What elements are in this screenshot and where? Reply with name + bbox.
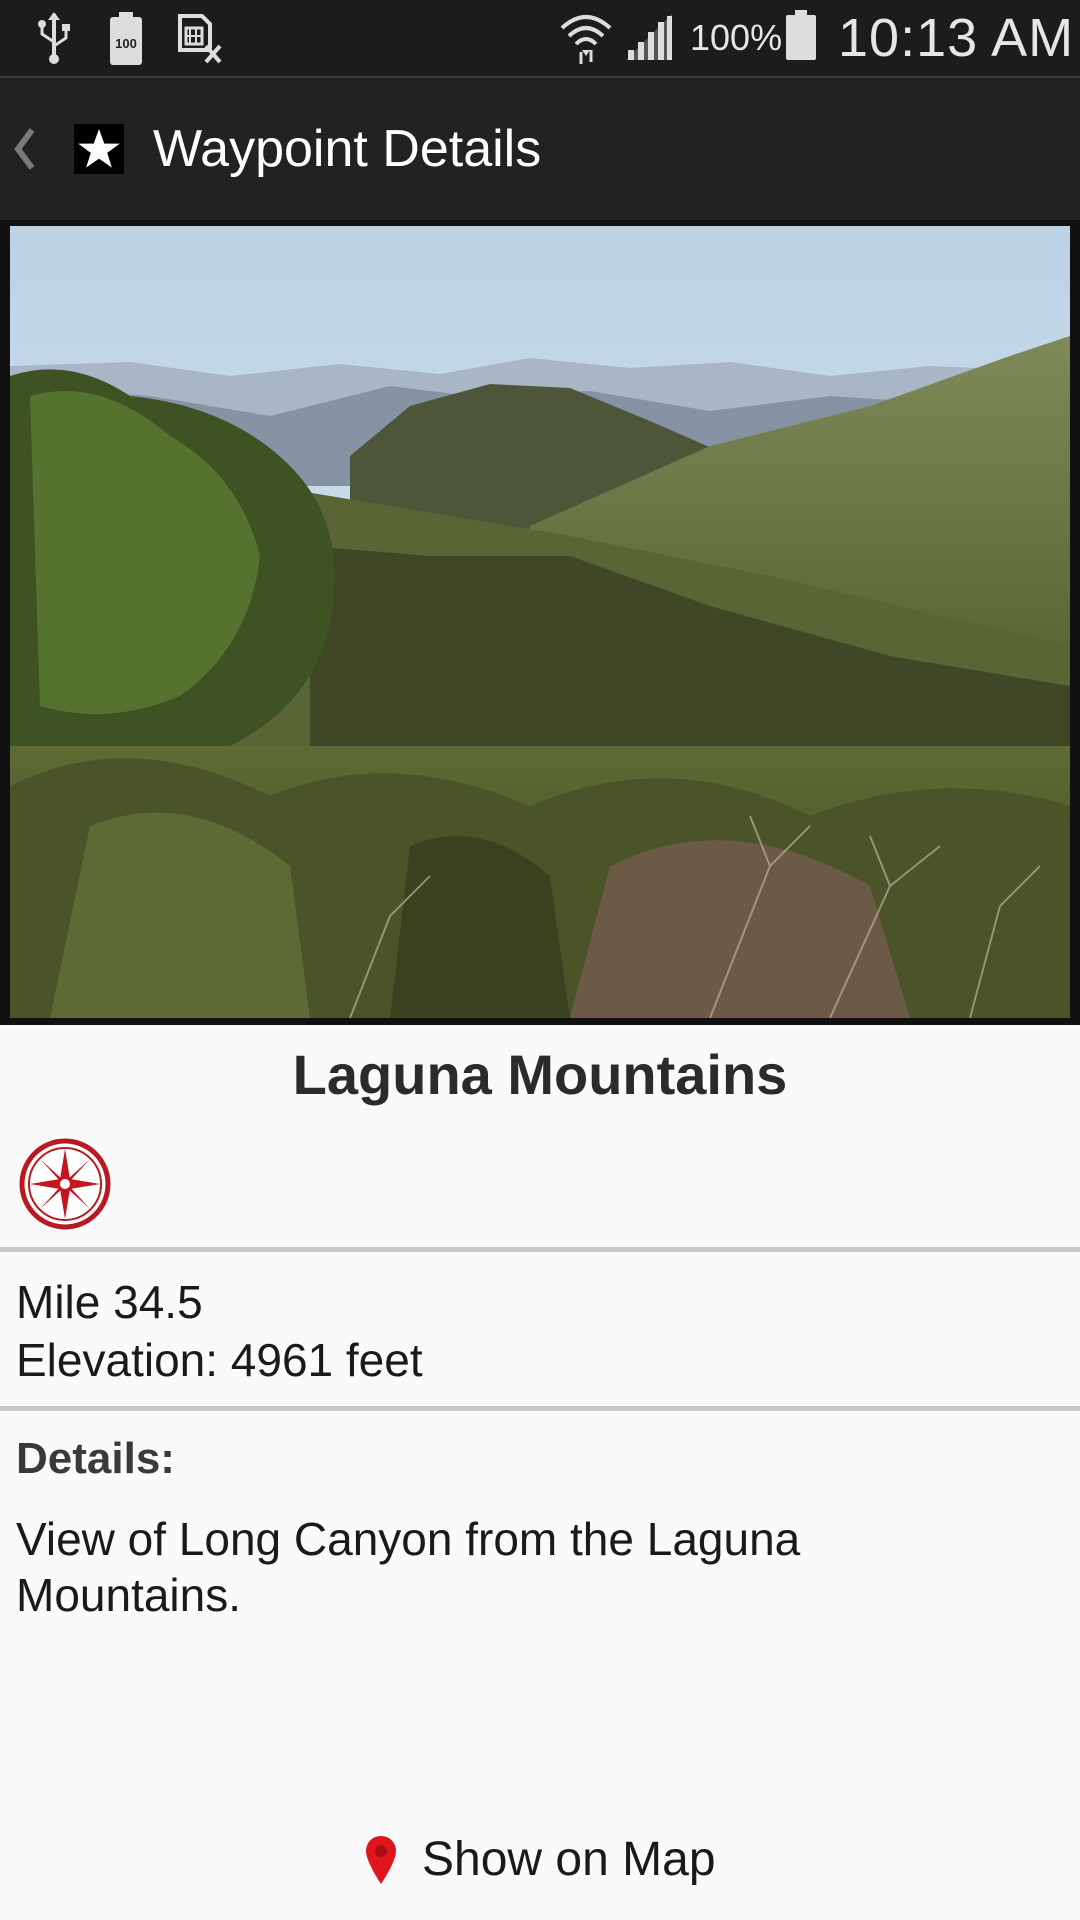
screen-title: Waypoint Details bbox=[153, 120, 542, 178]
battery-percent: 100% bbox=[690, 17, 783, 58]
usb-icon bbox=[38, 12, 70, 64]
status-bar: 100 100% 10:13 AM bbox=[0, 0, 1080, 76]
details-label: Details: bbox=[16, 1434, 175, 1483]
mile-marker: Mile 34.5 bbox=[16, 1276, 203, 1328]
divider bbox=[0, 1247, 1080, 1252]
waypoint-photo-frame bbox=[0, 220, 1080, 1025]
cell-signal-icon bbox=[626, 14, 672, 60]
svg-text:100: 100 bbox=[115, 36, 137, 51]
elevation: Elevation: 4961 feet bbox=[16, 1334, 423, 1386]
show-on-map-label: Show on Map bbox=[422, 1833, 716, 1886]
battery-icon bbox=[786, 10, 816, 60]
clock: 10:13 AM bbox=[838, 8, 1075, 68]
wifi-icon bbox=[560, 15, 612, 64]
map-pin-icon bbox=[366, 1836, 396, 1884]
action-bar: Waypoint Details bbox=[0, 76, 1080, 220]
show-on-map-button[interactable]: Show on Map bbox=[340, 1820, 740, 1900]
chevron-left-icon bbox=[14, 128, 35, 170]
waypoint-photo bbox=[10, 226, 1070, 1018]
battery-100-notification-icon: 100 bbox=[110, 12, 142, 65]
waypoint-name: Laguna Mountains bbox=[292, 1043, 788, 1106]
compass-rose-icon bbox=[19, 1138, 111, 1230]
divider bbox=[0, 1406, 1080, 1411]
star-icon bbox=[74, 124, 124, 174]
details-text: View of Long Canyon from the Laguna Moun… bbox=[16, 1513, 801, 1621]
sim-card-x-icon bbox=[178, 14, 222, 64]
